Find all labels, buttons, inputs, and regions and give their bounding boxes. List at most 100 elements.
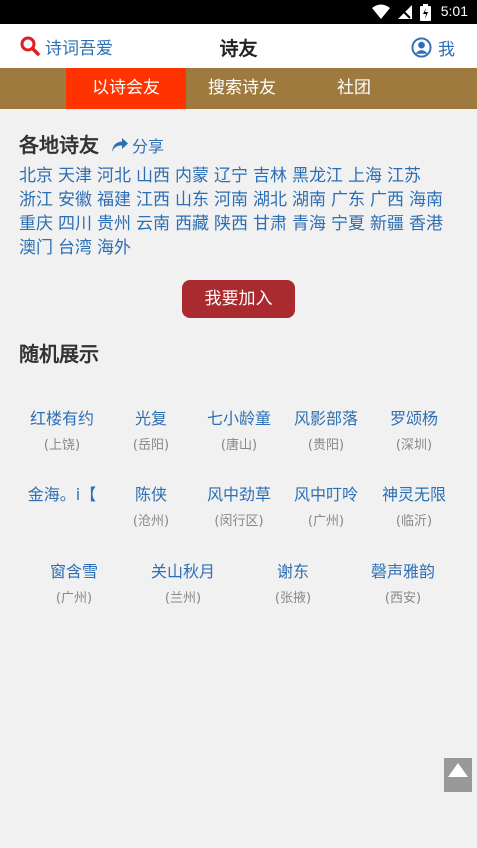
user-city: (张掖) bbox=[274, 591, 312, 606]
region-link[interactable]: 湖北 bbox=[253, 188, 287, 212]
user-name: 罗颂杨 bbox=[389, 409, 438, 428]
region-list: 北京 天津 河北 山西 内蒙 辽宁 吉林 黑龙江 上海 江苏浙江 安徽 福建 江西 山东 河南 湖北 湖南 广东广… bbox=[19, 164, 464, 260]
region-link[interactable]: 云南 bbox=[136, 212, 170, 236]
random-user[interactable]: 金海。i【 bbox=[12, 481, 112, 510]
region-link[interactable]: 重庆 bbox=[19, 212, 53, 236]
region-link[interactable]: 山东 bbox=[175, 188, 209, 212]
user-name: 谢东 bbox=[276, 562, 309, 581]
status-time: 5:01 bbox=[440, 3, 468, 19]
user-city: (唐山) bbox=[220, 438, 258, 453]
user-name: 金海。i【 bbox=[27, 485, 97, 504]
random-user[interactable]: 风影部落 (贵阳) bbox=[276, 405, 376, 453]
user-name: 风中叮呤 bbox=[293, 485, 358, 504]
region-link[interactable]: 吉林 bbox=[253, 164, 287, 188]
tab-poetry-friends[interactable]: 以诗会友 bbox=[66, 68, 186, 109]
user-name: 关山秋月 bbox=[150, 562, 215, 581]
random-user[interactable]: 风中劲草 (闵行区) bbox=[189, 481, 289, 529]
region-link[interactable]: 海外 bbox=[97, 236, 131, 260]
region-link[interactable]: 台湾 bbox=[58, 236, 92, 260]
random-user[interactable]: 关山秋月 (兰州) bbox=[133, 558, 233, 606]
user-city: (沧州) bbox=[132, 514, 170, 529]
battery-icon bbox=[420, 4, 431, 21]
tab-clubs[interactable]: 社团 bbox=[298, 68, 410, 109]
tab-search-friends[interactable]: 搜索诗友 bbox=[186, 68, 298, 109]
random-user[interactable]: 谢东 (张掖) bbox=[243, 558, 343, 606]
user-city: (贵阳) bbox=[307, 438, 345, 453]
tab-bar: 以诗会友 搜索诗友 社团 bbox=[0, 68, 477, 109]
random-user[interactable]: 神灵无限 (临沂) bbox=[364, 481, 464, 529]
region-link[interactable]: 黑龙江 bbox=[292, 164, 343, 188]
user-name: 磬声雅韵 bbox=[370, 562, 435, 581]
region-link[interactable]: 香港 bbox=[409, 212, 443, 236]
random-user[interactable]: 窗含雪 (广州) bbox=[24, 558, 124, 606]
region-link[interactable]: 河南 bbox=[214, 188, 248, 212]
user-name: 风中劲草 bbox=[206, 485, 271, 504]
region-link[interactable]: 宁夏 bbox=[331, 212, 365, 236]
region-link[interactable]: 内蒙 bbox=[175, 164, 209, 188]
user-city: (闵行区) bbox=[214, 514, 264, 529]
user-city: (上饶) bbox=[43, 438, 81, 453]
user-city: (西安) bbox=[384, 591, 422, 606]
region-link[interactable]: 安徽 bbox=[58, 188, 92, 212]
wifi-icon bbox=[372, 4, 390, 19]
region-link[interactable]: 福建 bbox=[97, 188, 131, 212]
signal-off-icon bbox=[398, 5, 412, 19]
random-user[interactable]: 风中叮呤 (广州) bbox=[276, 481, 376, 529]
region-link[interactable]: 广东 bbox=[331, 188, 365, 212]
share-label: 分享 bbox=[132, 137, 165, 156]
user-name: 神灵无限 bbox=[381, 485, 446, 504]
region-link[interactable]: 江苏 bbox=[387, 164, 421, 188]
user-city: (广州) bbox=[307, 514, 345, 529]
join-button[interactable]: 我要加入 bbox=[182, 280, 295, 318]
region-link[interactable]: 河北 bbox=[97, 164, 131, 188]
profile-label: 我 bbox=[438, 40, 455, 60]
random-user[interactable]: 陈侠 (沧州) bbox=[101, 481, 201, 529]
regions-title: 各地诗友 bbox=[19, 133, 99, 157]
profile-button[interactable]: 我 bbox=[411, 35, 455, 60]
app-header: 诗词吾爱 诗友 我 bbox=[0, 24, 477, 68]
user-city: (临沂) bbox=[395, 514, 433, 529]
random-user[interactable]: 罗颂杨 (深圳) bbox=[364, 405, 464, 453]
user-city: (广州) bbox=[55, 591, 93, 606]
main-content: 各地诗友 分享 北京 天津 河北 山西 内蒙 辽宁 吉林 黑龙江 上海 江苏浙江 安徽 福建 江西 山东河… bbox=[0, 109, 477, 848]
random-title: 随机展示 bbox=[19, 342, 99, 366]
region-link[interactable]: 浙江 bbox=[19, 188, 53, 212]
region-link[interactable]: 湖南 bbox=[292, 188, 326, 212]
region-link[interactable]: 天津 bbox=[58, 164, 92, 188]
random-user[interactable]: 七小龄童 (唐山) bbox=[189, 405, 289, 453]
user-name: 窗含雪 bbox=[49, 562, 98, 581]
user-name: 红楼有约 bbox=[29, 409, 94, 428]
region-link[interactable]: 广西 bbox=[370, 188, 404, 212]
region-link[interactable]: 山西 bbox=[136, 164, 170, 188]
region-link[interactable]: 海南 bbox=[409, 188, 443, 212]
random-user[interactable]: 磬声雅韵 (西安) bbox=[353, 558, 453, 606]
region-link[interactable]: 贵州 bbox=[97, 212, 131, 236]
region-link[interactable]: 辽宁 bbox=[214, 164, 248, 188]
user-name: 光复 bbox=[134, 409, 167, 428]
scroll-to-top-button[interactable] bbox=[444, 758, 472, 792]
user-icon bbox=[411, 37, 432, 58]
random-user[interactable]: 光复 (岳阳) bbox=[101, 405, 201, 453]
region-link[interactable]: 青海 bbox=[292, 212, 326, 236]
share-icon bbox=[112, 138, 128, 152]
region-link[interactable]: 上海 bbox=[348, 164, 382, 188]
region-link[interactable]: 澳门 bbox=[19, 236, 53, 260]
region-link[interactable]: 新疆 bbox=[370, 212, 404, 236]
region-link[interactable]: 陕西 bbox=[214, 212, 248, 236]
region-link[interactable]: 北京 bbox=[19, 164, 53, 188]
share-button[interactable]: 分享 bbox=[111, 133, 164, 157]
region-link[interactable]: 江西 bbox=[136, 188, 170, 212]
user-city: (兰州) bbox=[164, 591, 202, 606]
user-name: 陈侠 bbox=[134, 485, 167, 504]
user-name: 风影部落 bbox=[293, 409, 358, 428]
user-city: (深圳) bbox=[395, 438, 433, 453]
arrow-up-icon bbox=[448, 763, 468, 777]
status-bar: 5:01 bbox=[0, 0, 477, 24]
user-name: 七小龄童 bbox=[206, 409, 271, 428]
region-link[interactable]: 甘肃 bbox=[253, 212, 287, 236]
page-title: 诗友 bbox=[219, 38, 258, 60]
user-city: (岳阳) bbox=[132, 438, 170, 453]
region-link[interactable]: 西藏 bbox=[175, 212, 209, 236]
region-link[interactable]: 四川 bbox=[58, 212, 92, 236]
random-user[interactable]: 红楼有约 (上饶) bbox=[12, 405, 112, 453]
